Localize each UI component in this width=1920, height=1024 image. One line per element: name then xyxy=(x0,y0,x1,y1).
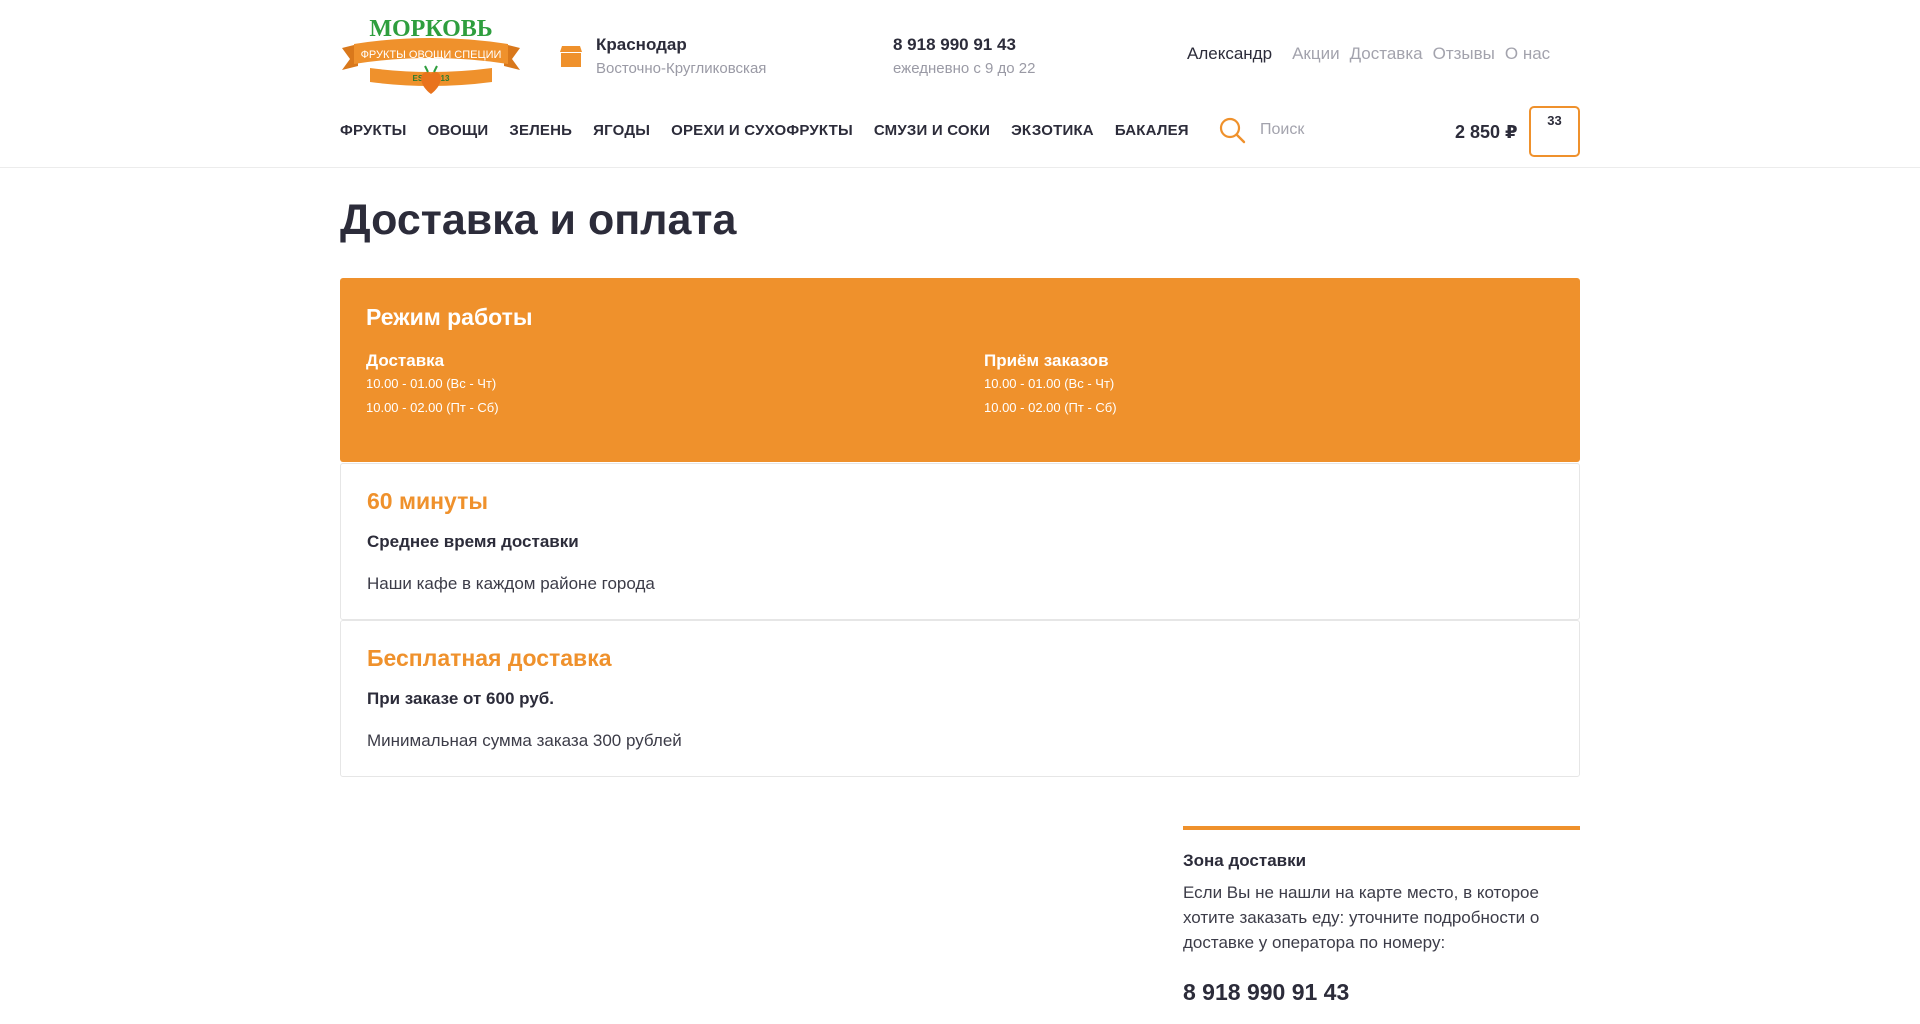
user-account-link[interactable]: Александр xyxy=(1187,44,1272,64)
card-subtitle: При заказе от 600 руб. xyxy=(367,689,554,708)
city-district: Восточно-Кругликовская xyxy=(596,60,767,77)
card-title: Бесплатная доставка xyxy=(367,645,612,671)
delivery-zone-title: Зона доставки xyxy=(1183,851,1307,870)
city-selector[interactable]: Краснодар Восточно-Кругликовская xyxy=(558,34,766,80)
top-links: Александр Акции Доставка Отзывы О нас xyxy=(1187,44,1550,64)
nav-item-smoothies-juices[interactable]: СМУЗИ И СОКИ xyxy=(874,122,990,139)
delivery-time-card: 60 минуты Среднее время доставки Наши ка… xyxy=(340,463,1580,620)
top-link-about[interactable]: О нас xyxy=(1505,44,1550,64)
nav-item-grocery[interactable]: БАКАЛЕЯ xyxy=(1115,122,1189,139)
city-name[interactable]: Краснодар xyxy=(596,34,766,56)
order-hours: Приём заказов 10.00 - 01.00 (Вс - Чт) 10… xyxy=(984,350,1117,420)
top-link-promotions[interactable]: Акции xyxy=(1292,44,1340,64)
logo-tagline: ФРУКТЫ ОВОЩИ СПЕЦИИ xyxy=(361,49,502,61)
shop-icon xyxy=(560,46,582,67)
delivery-zone-text: Если Вы не нашли на карте место, в котор… xyxy=(1183,883,1540,952)
nav-item-greens[interactable]: ЗЕЛЕНЬ xyxy=(509,122,572,139)
card-title: 60 минуты xyxy=(367,488,488,514)
search-icon[interactable] xyxy=(1218,116,1246,144)
free-delivery-card: Бесплатная доставка При заказе от 600 ру… xyxy=(340,620,1580,777)
top-link-delivery[interactable]: Доставка xyxy=(1350,44,1423,64)
page-title: Доставка и оплата xyxy=(340,196,737,244)
working-hours-card: Режим работы Доставка 10.00 - 01.00 (Вс … xyxy=(340,278,1580,462)
delivery-hours: Доставка 10.00 - 01.00 (Вс - Чт) 10.00 -… xyxy=(366,350,499,420)
working-hours-title: Режим работы xyxy=(366,304,533,330)
delivery-zone-info: Зона доставки Если Вы не нашли на карте … xyxy=(1183,826,1580,1006)
cart-button[interactable]: 33 xyxy=(1529,106,1580,157)
cart-total[interactable]: 2 850 ₽ xyxy=(1455,122,1518,143)
logo-image: МОРКОВЬ ФРУКТЫ ОВОЩИ СПЕЦИИ EST. 2013 xyxy=(342,16,520,94)
cart-count-badge: 33 xyxy=(1547,113,1562,128)
order-hours-line: 10.00 - 02.00 (Пт - Сб) xyxy=(984,400,1117,415)
card-subtitle: Среднее время доставки xyxy=(367,532,579,551)
contact-block: 8 918 990 91 43 ежедневно с 9 до 22 xyxy=(893,34,1036,80)
logo[interactable]: МОРКОВЬ ФРУКТЫ ОВОЩИ СПЕЦИИ EST. 2013 xyxy=(340,14,522,96)
delivery-zone-phone[interactable]: 8 918 990 91 43 xyxy=(1183,979,1580,1006)
nav-item-berries[interactable]: ЯГОДЫ xyxy=(593,122,650,139)
delivery-hours-line: 10.00 - 02.00 (Пт - Сб) xyxy=(366,400,499,415)
category-nav: ФРУКТЫ ОВОЩИ ЗЕЛЕНЬ ЯГОДЫ ОРЕХИ И СУХОФР… xyxy=(340,122,1210,139)
nav-item-nuts-dried-fruits[interactable]: ОРЕХИ И СУХОФРУКТЫ xyxy=(671,122,853,139)
nav-item-exotic[interactable]: ЭКЗОТИКА xyxy=(1011,122,1094,139)
site-header: МОРКОВЬ ФРУКТЫ ОВОЩИ СПЕЦИИ EST. 2013 Кр… xyxy=(0,0,1920,168)
nav-item-vegetables[interactable]: ОВОЩИ xyxy=(428,122,489,139)
delivery-hours-title: Доставка xyxy=(366,351,445,370)
order-hours-title: Приём заказов xyxy=(984,351,1109,370)
order-hours-line: 10.00 - 01.00 (Вс - Чт) xyxy=(984,376,1115,391)
search-input[interactable] xyxy=(1260,121,1410,139)
delivery-hours-line: 10.00 - 01.00 (Вс - Чт) xyxy=(366,376,497,391)
header-phone[interactable]: 8 918 990 91 43 xyxy=(893,34,1036,56)
nav-item-fruits[interactable]: ФРУКТЫ xyxy=(340,122,407,139)
search-bar xyxy=(1218,116,1410,144)
working-hours-note: ежедневно с 9 до 22 xyxy=(893,60,1036,77)
top-link-reviews[interactable]: Отзывы xyxy=(1433,44,1495,64)
card-text: Наши кафе в каждом районе города xyxy=(367,574,655,593)
card-text: Минимальная сумма заказа 300 рублей xyxy=(367,731,682,750)
